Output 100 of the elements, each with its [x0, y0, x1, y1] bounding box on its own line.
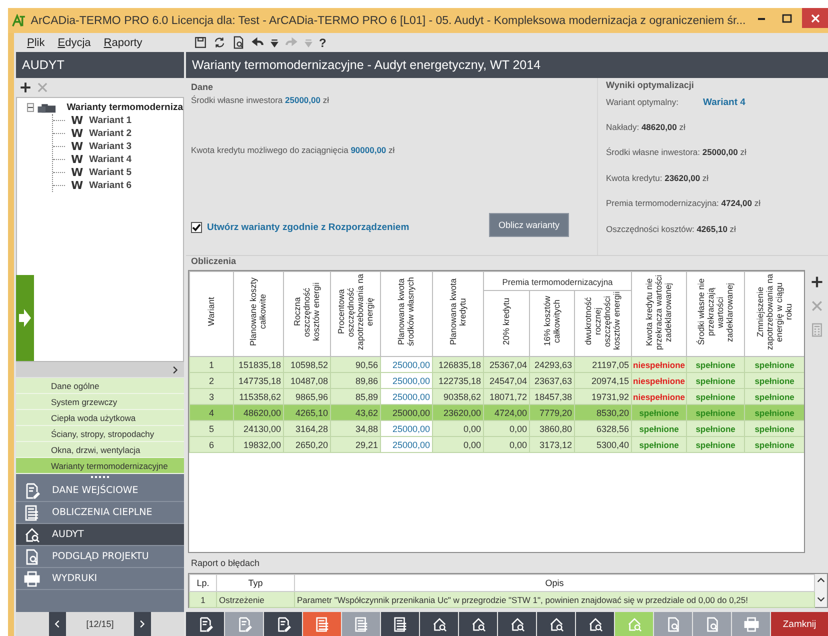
table-cell: Parametr "Współczynnik przenikania Uc" w przegrodzie "STW 1", powinien znajdować się w przedziale od 0,00 do 0,25! — [294, 592, 814, 608]
table-cell: 126835,18 — [432, 356, 484, 372]
table-cell: 1 — [190, 592, 216, 608]
column-header: dwukrotność rocznej oszczędności kosztów energii — [574, 290, 632, 356]
variant-icon: W — [71, 140, 84, 153]
table-cell: 3 — [190, 388, 234, 404]
variant-icon: W — [71, 179, 84, 192]
menu-item[interactable]: Plik — [27, 36, 45, 48]
status-cell: spełnione — [632, 436, 687, 452]
table-cell: 24130,00 — [234, 420, 284, 436]
input-cell[interactable]: 25000,00 — [380, 420, 432, 436]
status-cell: spełnione — [686, 356, 745, 372]
checkbox-label: Utwórz warianty zgodnie z Rozporządzeniem — [207, 222, 410, 232]
table-cell: 48620,00 — [234, 404, 284, 420]
column-group-header: Premia termomodernizacyjna — [484, 272, 632, 290]
tree-item[interactable]: Warianty termomoderniza — [66, 102, 183, 113]
table-cell: 4724,00 — [484, 404, 530, 420]
table-cell: 147735,18 — [234, 372, 284, 388]
table-cell: 5300,40 — [574, 436, 632, 452]
section-title: Dane — [191, 82, 214, 92]
table-cell: 90358,62 — [432, 388, 484, 404]
table-cell: 23620,00 — [432, 404, 484, 420]
table-cell: 19731,92 — [574, 388, 632, 404]
input-cell[interactable]: 25000,00 — [380, 404, 432, 420]
table-cell: 19832,00 — [234, 436, 284, 452]
column-header: Opis — [294, 574, 814, 592]
table-cell: 3173,12 — [530, 436, 574, 452]
nav-item[interactable]: DANE WEJŚCIOWE — [16, 480, 184, 502]
tree-item[interactable]: Wariant 1 — [89, 115, 132, 126]
table-cell: 24547,04 — [484, 372, 530, 388]
table-cell: 34,88 — [330, 420, 380, 436]
step-item[interactable]: Ciepła woda użytkowa — [16, 410, 184, 426]
result-label: Wariant optymalny: — [606, 97, 680, 107]
status-cell: spełnione — [686, 372, 745, 388]
result-value: Wariant 4 — [703, 96, 746, 108]
status-cell: niespełnione — [632, 372, 687, 388]
tree-item[interactable]: Wariant 2 — [89, 128, 132, 139]
table-cell: 24293,63 — [530, 356, 574, 372]
input-cell[interactable]: 25000,00 — [380, 356, 432, 372]
table-cell: 4265,10 — [284, 404, 330, 420]
table-cell: 0,00 — [484, 420, 530, 436]
close-button[interactable]: Zamknij — [771, 612, 828, 636]
status-cell: spełnione — [744, 404, 804, 420]
result-line: Nakłady: 48620,00 zł — [606, 122, 686, 132]
table-cell: 4 — [190, 404, 234, 420]
step-item[interactable]: Warianty termomodernizacyjne — [16, 458, 184, 474]
window-title: ArCADia-TERMO PRO 6.0 Licencja dla: Test - ArCADia-TERMO PRO 6 [L01] - 05. Audyt - Kompleksowa modernizacja z ograniczeniem śr... — [30, 14, 746, 26]
step-item[interactable]: Ściany, stropy, stropodachy — [16, 426, 184, 442]
status-cell: niespełnione — [632, 388, 687, 404]
status-cell: spełnione — [686, 404, 745, 420]
nav-item[interactable]: PODGLĄD PROJEKTU — [16, 546, 184, 568]
column-header: 20% kredytu — [484, 290, 530, 356]
status-cell: spełnione — [632, 420, 687, 436]
column-header: Planowane koszty całkowite — [234, 272, 284, 356]
tree-item[interactable]: Wariant 4 — [89, 154, 132, 165]
table-cell: 0,00 — [432, 436, 484, 452]
table-cell: 122735,18 — [432, 372, 484, 388]
table-cell: 18457,38 — [530, 388, 574, 404]
result-line: Oszczędności kosztów: 4265,10 zł — [606, 224, 736, 234]
variant-icon: W — [71, 114, 84, 127]
nav-item[interactable]: WYDRUKI — [16, 568, 184, 590]
table-cell: 10598,52 — [284, 356, 330, 372]
table-cell: 2 — [190, 372, 234, 388]
section-title: Obliczenia — [191, 256, 236, 266]
step-item[interactable]: System grzewczy — [16, 394, 184, 410]
table-cell: 20974,15 — [574, 372, 632, 388]
tree-item[interactable]: Wariant 6 — [89, 180, 132, 191]
table-cell: 115358,62 — [234, 388, 284, 404]
nav-item[interactable]: AUDYT — [16, 524, 184, 546]
status-cell: spełnione — [686, 388, 745, 404]
table-cell: 5 — [190, 420, 234, 436]
table-cell: 23637,63 — [530, 372, 574, 388]
status-cell: spełnione — [744, 356, 804, 372]
table-cell: 25367,04 — [484, 356, 530, 372]
table-cell: 3164,28 — [284, 420, 330, 436]
tree-item[interactable]: Wariant 3 — [89, 141, 132, 152]
status-cell: spełnione — [744, 372, 804, 388]
input-cell[interactable]: 25000,00 — [380, 436, 432, 452]
calculate-button[interactable]: Oblicz warianty — [489, 213, 569, 237]
table-cell: 85,89 — [330, 388, 380, 404]
menu-item[interactable]: Edycja — [58, 36, 91, 48]
column-header: 16% kosztów całkowitych — [530, 290, 574, 356]
column-header: Planowana kwota kredytu — [432, 272, 484, 356]
table-cell: 6328,56 — [574, 420, 632, 436]
input-cell[interactable]: 25000,00 — [380, 388, 432, 404]
step-item[interactable]: Dane ogólne — [16, 378, 184, 394]
help-button[interactable]: ? — [319, 36, 326, 50]
table-cell: 0,00 — [432, 420, 484, 436]
input-cell[interactable]: 25000,00 — [380, 372, 432, 388]
status-cell: spełnione — [744, 436, 804, 452]
tree-item[interactable]: Wariant 5 — [89, 167, 132, 178]
result-line: Kwota kredytu: 23620,00 zł — [606, 172, 709, 183]
status-cell: spełnione — [686, 436, 745, 452]
status-cell: spełnione — [632, 404, 687, 420]
menu-item[interactable]: Raporty — [104, 36, 142, 48]
column-header: Planowana kwota środków własnych — [380, 272, 432, 356]
status-cell: niespełnione — [632, 356, 687, 372]
nav-item[interactable]: OBLICZENIA CIEPLNE — [16, 502, 184, 524]
step-item[interactable]: Okna, drzwi, wentylacja — [16, 442, 184, 458]
table-cell: 2650,20 — [284, 436, 330, 452]
